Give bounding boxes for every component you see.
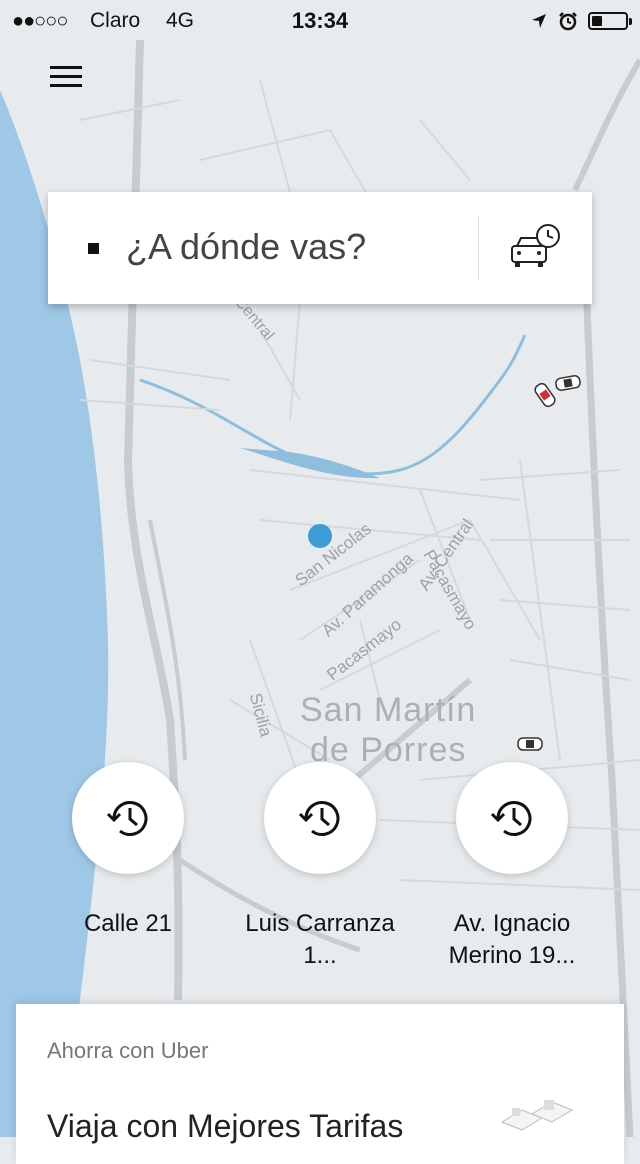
history-clock-icon (106, 801, 148, 836)
search-input[interactable]: ¿A dónde vas? (126, 226, 366, 268)
divider (478, 216, 479, 280)
battery-icon (588, 12, 632, 30)
shortcut-circle[interactable] (264, 762, 376, 874)
user-location-dot (308, 524, 332, 548)
car-icon (517, 737, 543, 751)
menu-button[interactable] (46, 62, 86, 92)
shortcut-recent-2[interactable]: Luis Carranza 1... (230, 762, 410, 972)
history-clock-icon (490, 801, 532, 836)
shortcut-recent-1[interactable]: Calle 21 (38, 762, 218, 940)
city-illustration-icon (500, 1100, 574, 1131)
promo-card[interactable]: Ahorra con Uber Viaja con Mejores Tarifa… (16, 1004, 624, 1164)
shortcut-label: Luis Carranza 1... (245, 910, 395, 969)
status-bar: ●●○○○ Claro 4G 13:34 (0, 0, 640, 42)
promo-kicker: Ahorra con Uber (47, 1038, 209, 1063)
district-label: San Martín de Porres (300, 691, 477, 769)
car-clock-icon[interactable] (508, 222, 564, 274)
shortcut-recent-3[interactable]: Av. Ignacio Merino 19... (422, 762, 602, 972)
alarm-icon (559, 12, 577, 31)
promo-headline: Viaja con Mejores Tarifas (47, 1108, 404, 1144)
shortcut-label: Av. Ignacio Merino 19... (448, 910, 576, 969)
destination-search[interactable]: ¿A dónde vas? (48, 192, 592, 304)
location-arrow-icon (532, 14, 546, 28)
shortcut-circle[interactable] (456, 762, 568, 874)
destination-marker-icon (88, 243, 99, 254)
shortcut-label: Calle 21 (83, 910, 173, 937)
shortcut-circle[interactable] (72, 762, 184, 874)
history-clock-icon (298, 801, 340, 836)
